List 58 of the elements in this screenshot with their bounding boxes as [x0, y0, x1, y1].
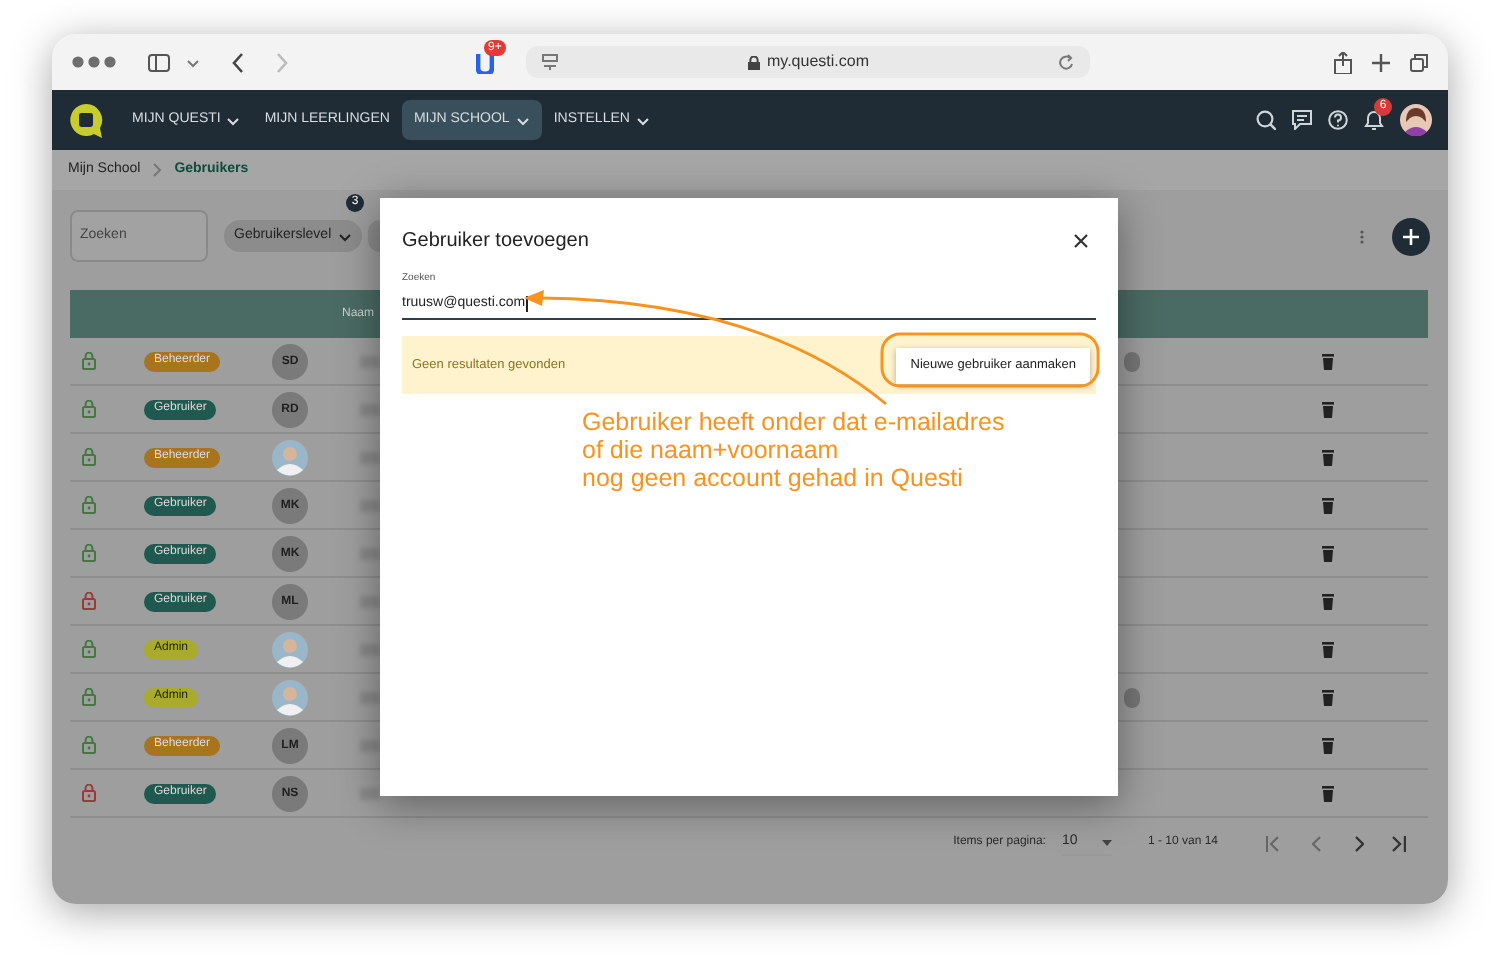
dialog-title: Gebruiker toevoegen: [402, 228, 589, 256]
blurred-name: [360, 644, 380, 656]
blurred-name: [360, 452, 380, 464]
blurred-name: [360, 596, 380, 608]
lock-icon[interactable]: [82, 784, 96, 802]
blurred-name: [360, 356, 380, 368]
share-icon[interactable]: [1334, 51, 1352, 73]
lock-icon[interactable]: [82, 592, 96, 610]
lock-icon: [747, 55, 759, 69]
annotation-text: of die naam+voornaam: [582, 436, 841, 464]
blurred-name: [360, 788, 380, 800]
help-icon[interactable]: [1328, 110, 1348, 130]
trash-icon[interactable]: [1322, 786, 1334, 802]
annotation-text: nog geen account gehad in Questi: [582, 464, 965, 492]
trash-icon[interactable]: [1322, 354, 1334, 370]
blurred-name: [360, 740, 380, 752]
reload-icon[interactable]: [1058, 54, 1074, 70]
person-avatar-icon: [272, 632, 308, 668]
caret-icon[interactable]: [186, 57, 200, 67]
blurred-name: [360, 404, 380, 416]
dropdown-arrow-icon: [1101, 839, 1112, 846]
add-user-button[interactable]: [1392, 217, 1430, 255]
person-avatar-icon: [272, 440, 308, 476]
blurred-name: [360, 500, 380, 512]
trash-icon[interactable]: [1322, 738, 1334, 754]
page-settings-icon[interactable]: [542, 54, 558, 70]
bell-icon[interactable]: [1364, 110, 1384, 130]
blurred-name: [360, 548, 380, 560]
chevron-down-icon: [635, 115, 650, 125]
sidebar-icon[interactable]: [148, 53, 170, 71]
person-avatar-icon: [272, 680, 308, 716]
tabs-overview-icon[interactable]: [1410, 53, 1428, 71]
url-text: my.questi.com: [767, 50, 869, 74]
annotation-text: Gebruiker heeft onder dat e-mailadres: [582, 408, 1005, 436]
chevron-down-icon: [337, 231, 352, 241]
trash-icon[interactable]: [1322, 642, 1334, 658]
trash-icon[interactable]: [1322, 594, 1334, 610]
close-icon[interactable]: [1074, 234, 1088, 248]
extension-icon[interactable]: [476, 51, 494, 73]
search-icon[interactable]: [1256, 110, 1276, 130]
trash-icon[interactable]: [1322, 546, 1334, 562]
new-tab-icon[interactable]: [1372, 53, 1390, 71]
last-page-icon[interactable]: [1392, 835, 1406, 852]
chevron-down-icon: [226, 115, 241, 125]
chat-icon[interactable]: [1292, 110, 1312, 130]
address-bar[interactable]: my.questi.com: [526, 46, 1090, 78]
logo-icon[interactable]: [68, 101, 104, 139]
window-controls-icon[interactable]: [72, 54, 116, 70]
trash-icon[interactable]: [1322, 690, 1334, 706]
back-icon[interactable]: [232, 51, 244, 73]
trash-icon[interactable]: [1322, 498, 1334, 514]
chevron-down-icon: [515, 115, 530, 125]
user-avatar-icon[interactable]: [1400, 104, 1432, 136]
chevron-right-icon: [152, 162, 163, 178]
next-page-icon[interactable]: [1354, 835, 1364, 852]
blurred-name: [360, 692, 380, 704]
trash-icon[interactable]: [1322, 450, 1334, 466]
trash-icon[interactable]: [1322, 402, 1334, 418]
